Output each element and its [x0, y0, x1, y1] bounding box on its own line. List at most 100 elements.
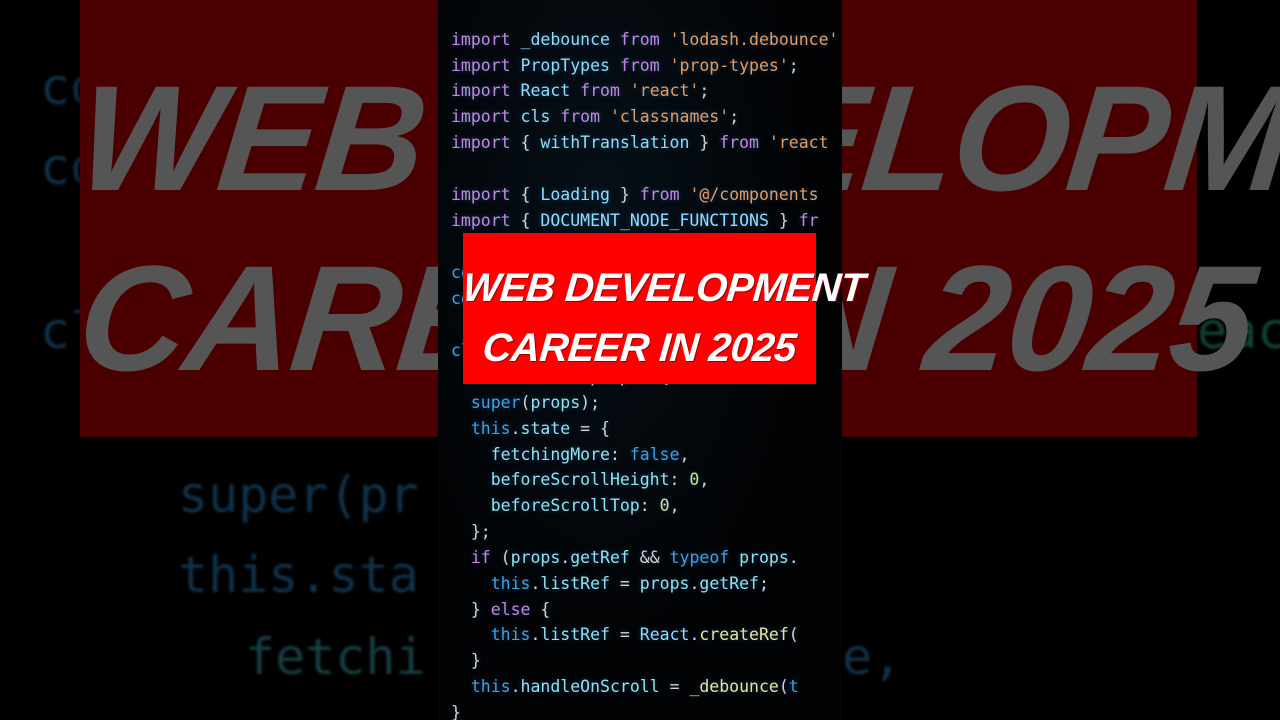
- code-line: import cls from 'classnames';: [451, 104, 739, 130]
- bg-code-fragment: e,: [842, 628, 903, 686]
- code-line: beforeScrollTop: 0,: [451, 493, 680, 519]
- code-token: _debounce: [689, 677, 779, 696]
- code-token: this: [451, 574, 531, 593]
- code-line: } else {: [451, 597, 551, 623]
- code-token: );: [580, 393, 601, 412]
- code-token: .: [560, 548, 571, 567]
- code-line: this.listRef = React.createRef(: [451, 622, 799, 648]
- code-token: import: [451, 211, 521, 230]
- code-token: if: [451, 548, 501, 567]
- code-token: }: [451, 703, 461, 720]
- code-token: DOCUMENT_NODE_FUNCTIONS: [540, 211, 779, 230]
- code-token: {: [540, 600, 551, 619]
- code-token: React: [520, 81, 581, 100]
- code-token: (: [788, 625, 799, 644]
- code-token: from: [619, 30, 670, 49]
- code-token: import: [451, 30, 521, 49]
- code-token: fetchingMore: [451, 445, 610, 464]
- code-token: (: [778, 677, 789, 696]
- code-token: ;: [699, 81, 710, 100]
- code-token: false: [629, 445, 680, 464]
- code-token: {: [520, 211, 541, 230]
- code-token: }: [451, 651, 481, 670]
- code-line: import PropTypes from 'prop-types';: [451, 53, 799, 79]
- code-line: import { Loading } from '@/components: [451, 182, 819, 208]
- code-token: import: [451, 185, 521, 204]
- code-token: props: [639, 574, 690, 593]
- code-token: = {: [580, 419, 610, 438]
- code-token: ,: [679, 445, 690, 464]
- code-token: =: [619, 574, 640, 593]
- code-line: import _debounce from 'lodash.debounce': [451, 27, 838, 53]
- code-token: beforeScrollTop: [451, 496, 640, 515]
- code-line: };: [451, 519, 491, 545]
- code-token: super: [451, 393, 521, 412]
- title-banner: WEB DEVELOPMENT CAREER IN 2025: [461, 233, 866, 384]
- bg-code-fragment: super(pr: [178, 466, 419, 524]
- code-token: Loading: [540, 185, 620, 204]
- code-token: PropTypes: [520, 56, 620, 75]
- code-token: .: [510, 419, 521, 438]
- code-line: super(props);: [451, 390, 600, 416]
- code-line: this.state = {: [451, 416, 610, 442]
- code-token: this: [451, 677, 511, 696]
- code-token: }: [699, 133, 720, 152]
- code-token: 'lodash.debounce': [669, 30, 839, 49]
- code-line: import { withTranslation } from 'react: [451, 130, 829, 156]
- code-token: :: [639, 496, 660, 515]
- code-token: ;: [759, 574, 769, 593]
- code-token: =: [619, 625, 640, 644]
- code-line: import { DOCUMENT_NODE_FUNCTIONS } fr: [451, 208, 819, 234]
- code-token: }: [619, 185, 640, 204]
- code-token: state: [520, 419, 581, 438]
- code-token: from: [719, 133, 769, 152]
- code-token: getRef: [570, 548, 640, 567]
- code-token: fr: [798, 211, 819, 230]
- code-line: }: [451, 700, 461, 720]
- code-token: withTranslation: [540, 133, 700, 152]
- code-token: t: [788, 677, 799, 696]
- code-token: ,: [699, 470, 710, 489]
- code-token: from: [580, 81, 630, 100]
- code-line: if (props.getRef && typeof props.: [451, 545, 799, 571]
- code-token: '@/components: [689, 185, 819, 204]
- code-token: 'classnames': [609, 107, 730, 126]
- code-token: beforeScrollHeight: [451, 470, 670, 489]
- code-token: :: [669, 470, 690, 489]
- code-token: (: [520, 393, 531, 412]
- code-token: {: [520, 185, 541, 204]
- code-token: React: [639, 625, 690, 644]
- code-token: .: [510, 677, 521, 696]
- code-token: cls: [520, 107, 561, 126]
- code-token: import: [451, 56, 521, 75]
- code-token: ,: [669, 496, 680, 515]
- code-token: createRef: [699, 625, 789, 644]
- code-token: 0: [689, 470, 700, 489]
- bg-code-fragment: this.sta: [178, 546, 419, 604]
- code-line: import React from 'react';: [451, 78, 709, 104]
- code-token: 'react': [629, 81, 700, 100]
- bg-code-fragment: fetchi: [245, 628, 426, 686]
- code-token: from: [639, 185, 690, 204]
- code-token: typeof: [669, 548, 740, 567]
- code-token: =: [669, 677, 690, 696]
- code-token: };: [451, 522, 491, 541]
- code-token: ;: [788, 56, 799, 75]
- code-token: .: [689, 574, 700, 593]
- code-token: from: [560, 107, 610, 126]
- code-token: from: [619, 56, 670, 75]
- code-token: this: [451, 625, 531, 644]
- code-token: import: [451, 81, 521, 100]
- code-token: }: [778, 211, 799, 230]
- code-line: }: [451, 648, 481, 674]
- code-token: &&: [639, 548, 670, 567]
- title-line-2: CAREER IN 2025: [481, 326, 798, 370]
- code-token: listRef: [540, 625, 620, 644]
- code-token: 'react: [768, 133, 829, 152]
- code-token: .: [530, 625, 541, 644]
- code-token: }: [451, 600, 491, 619]
- code-token: _debounce: [520, 30, 620, 49]
- code-token: props: [739, 548, 789, 567]
- code-token: getRef: [699, 574, 759, 593]
- code-token: ;: [729, 107, 740, 126]
